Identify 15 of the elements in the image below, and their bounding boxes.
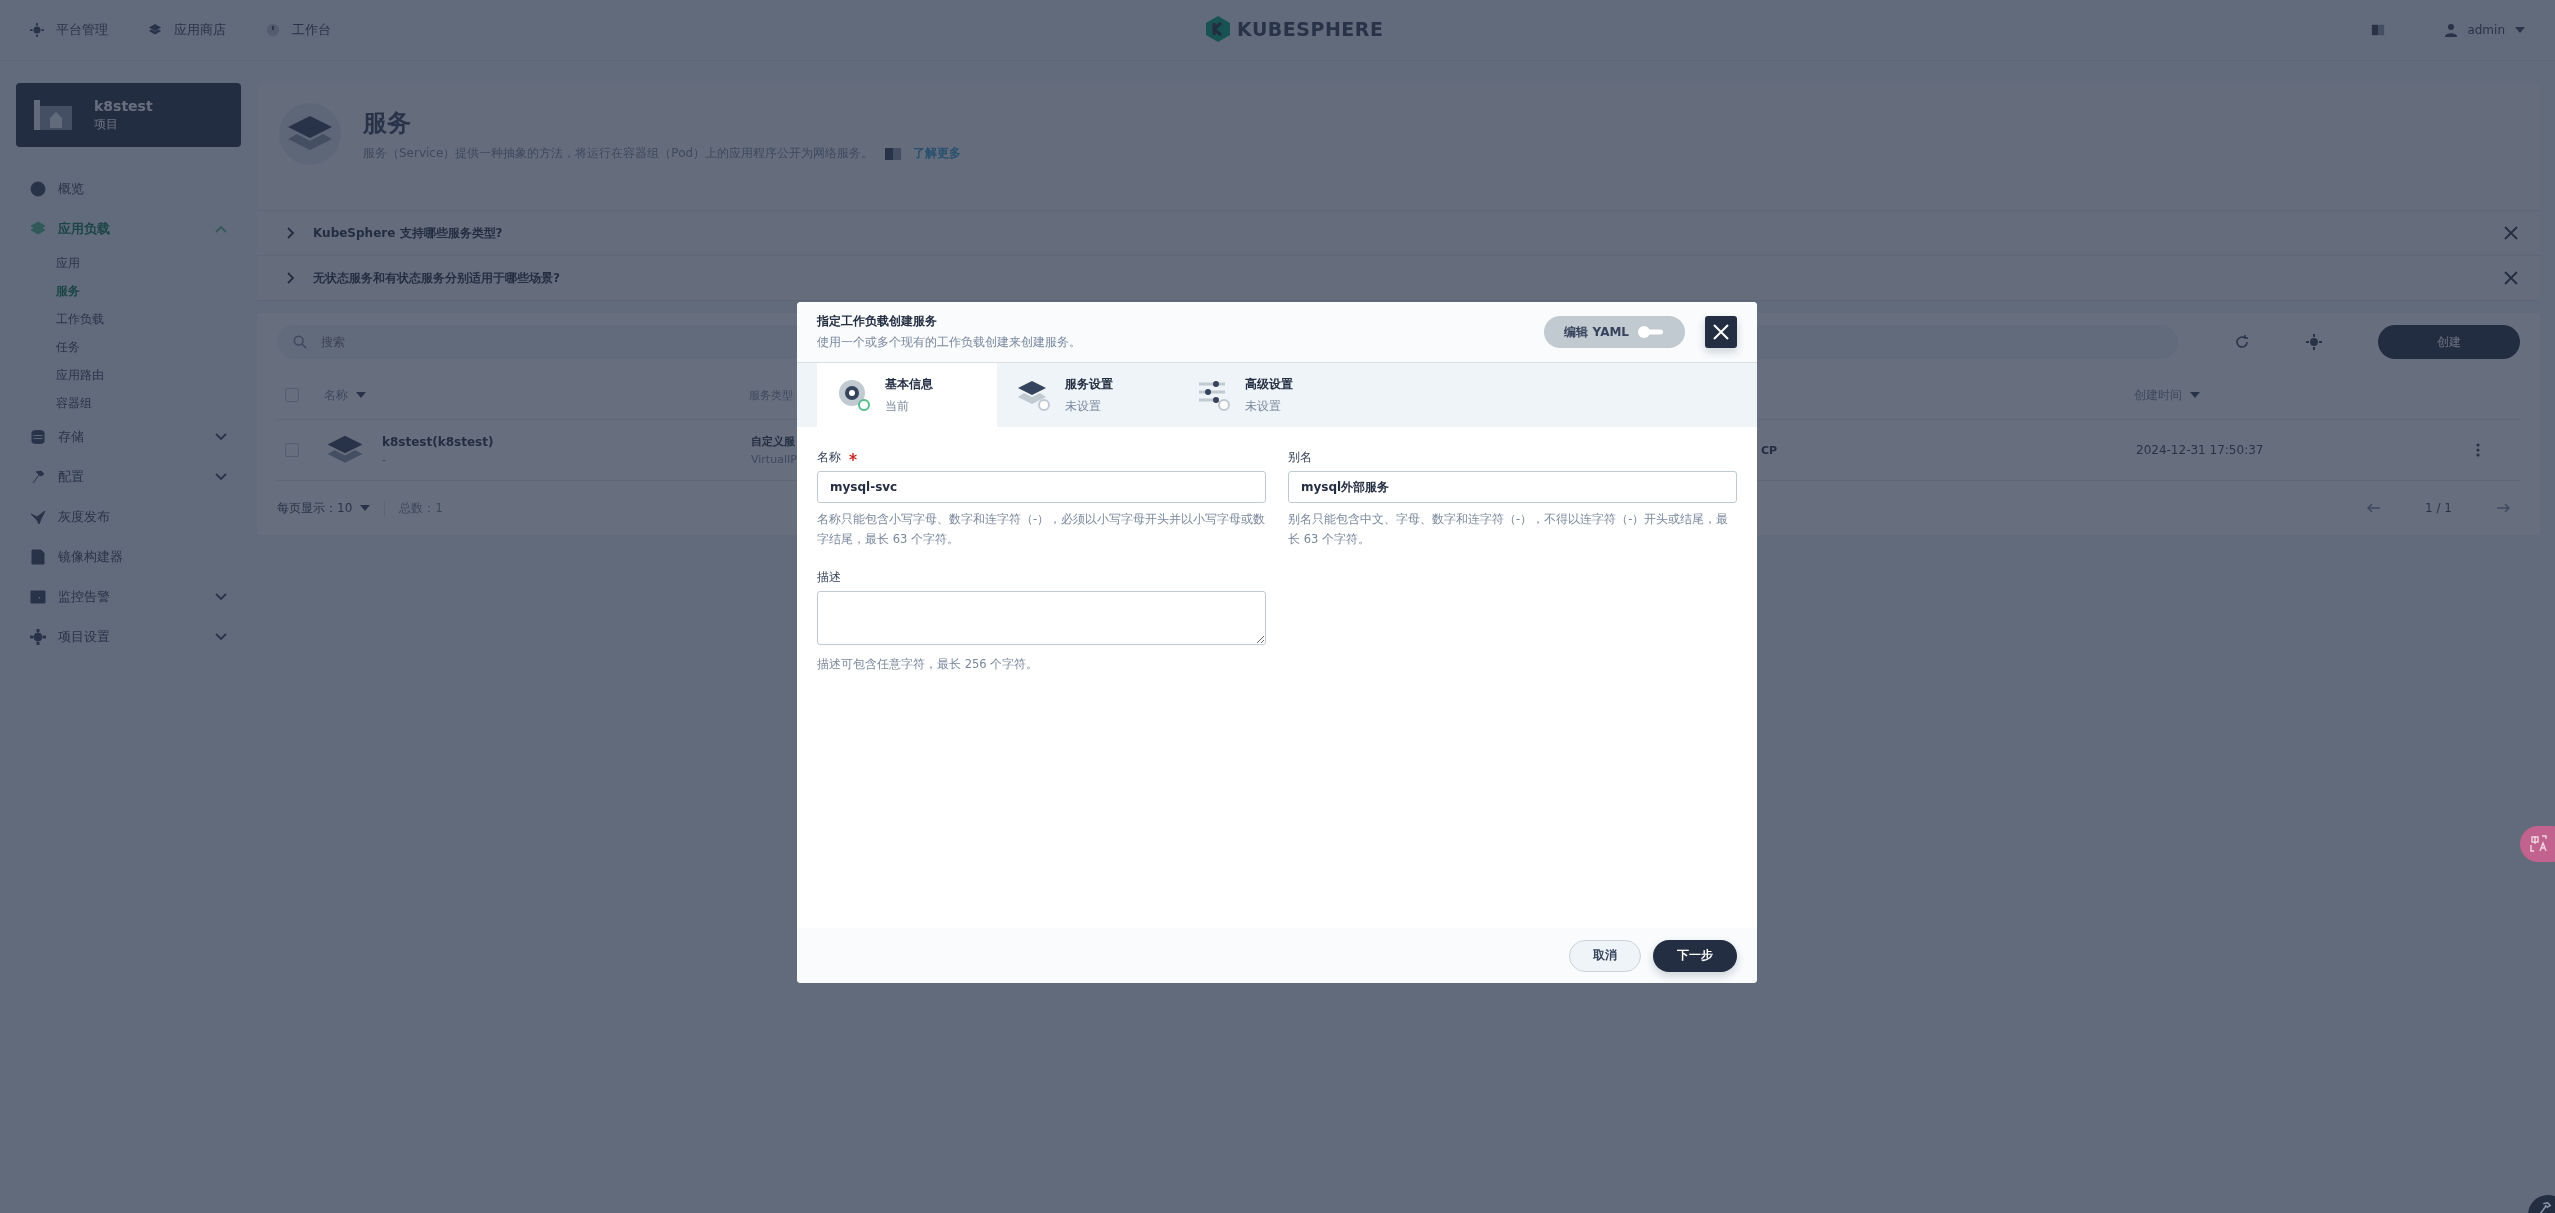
page-indicator: 1 / 1 xyxy=(2425,501,2452,515)
field-hint: 描述可包含任意字符，最长 256 个字符。 xyxy=(817,656,1040,673)
table-cell-text: 2024-12-31 17:50:37 xyxy=(2136,443,2265,457)
page-title: 服务 xyxy=(363,108,412,139)
project-name: k8stest xyxy=(94,97,153,114)
dialog-subtitle: 使用一个或多个现有的工作负载创建来创建服务。 xyxy=(817,334,1082,351)
table-cell-text: CP xyxy=(1761,443,1779,457)
field-label: 描述 xyxy=(817,568,841,586)
field-label: 名称 xyxy=(817,448,841,466)
table-cell-text: - xyxy=(382,452,387,466)
field-hint: 名称只能包含小写字母、数字和连字符（-），必须以小写字母开头并以小写字母或数字结尾，最长 63 个字符。 xyxy=(817,511,1266,548)
field-hint: 别名只能包含中文、字母、数字和连字符（-），不得以连字符（-）开头或结尾，最长 63 个字符。 xyxy=(1288,511,1730,548)
field-label: 别名 xyxy=(1288,448,1312,466)
dialog-title: 指定工作负载创建服务 xyxy=(817,313,938,330)
table-cell-text: 自定义服 xyxy=(751,434,796,449)
